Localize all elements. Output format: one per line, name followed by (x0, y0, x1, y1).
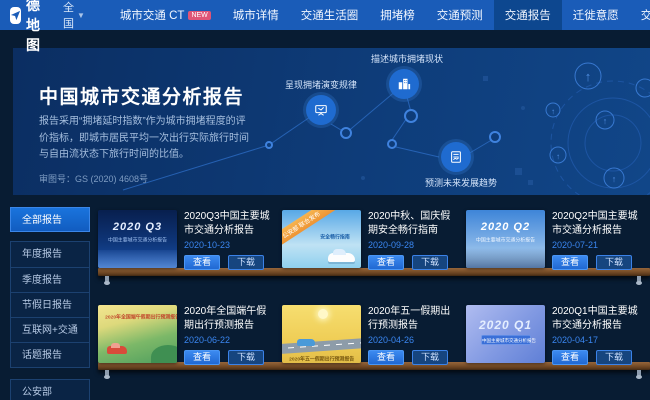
report-date: 2020-06-22 (184, 335, 276, 345)
nav-item-city-traffic-ct[interactable]: 城市交通 CT NEW (109, 0, 222, 30)
nav-item-city-detail[interactable]: 城市详情 (222, 0, 290, 30)
svg-text:↑: ↑ (585, 69, 592, 84)
top-navbar: 高德地图 全国 ▼ 城市交通 CT NEW 城市详情 交通生活圈 拥堵榜 交通预… (0, 0, 650, 30)
report-thumbnail[interactable]: 公安部 联合发布 安全畅行指南 (282, 210, 361, 268)
buildings-icon (389, 69, 419, 99)
shelf-hook-right (637, 370, 641, 377)
report-card-dragonboat: 2020年全国端午假期出行预测报告 2020年全国端午假期出行预测报告 2020… (98, 305, 282, 365)
region-label: 全国 (63, 0, 74, 31)
report-date: 2020-04-26 (368, 335, 460, 345)
nav-item-traffic-safety[interactable]: 交通安全 (630, 0, 650, 30)
banner-title: 中国城市交通分析报告 (39, 82, 244, 109)
svg-text:↑: ↑ (603, 116, 608, 126)
download-button[interactable]: 下载 (412, 350, 448, 365)
view-button[interactable]: 查看 (184, 255, 220, 270)
download-button[interactable]: 下载 (596, 255, 632, 270)
chevron-down-icon: ▼ (77, 11, 85, 20)
feature-label: 描述城市拥堵现状 (371, 52, 437, 65)
report-thumbnail[interactable]: 2020年全国端午假期出行预测报告 (98, 305, 177, 363)
nav-item-traffic-report[interactable]: 交通报告 (494, 0, 562, 30)
report-date: 2020-09-28 (368, 240, 460, 250)
traffic-report-page: 高德地图 全国 ▼ 城市交通 CT NEW 城市详情 交通生活圈 拥堵榜 交通预… (0, 0, 650, 400)
feature-future-trend: 预测未来发展趋势 (425, 142, 487, 189)
report-card-mayday: 2020年五一假期出行预测报告 2020年五一假期出行预测报告 2020-04-… (282, 305, 466, 365)
sidebar-item-holiday-reports[interactable]: 节假日报告 (11, 292, 89, 317)
sun-illustration (318, 309, 328, 319)
nav-item-congestion-rank[interactable]: 拥堵榜 (369, 0, 426, 30)
road-illustration (282, 338, 361, 355)
sidebar-item-ministry-public-security[interactable]: 公安部 (11, 380, 89, 400)
hero-banner: ↑ ↑ ↑ ↑ ↑ 中国城市交通分析报告 报告采用“拥堵延时指数”作为城市拥堵程… (13, 48, 650, 195)
svg-text:↑: ↑ (612, 174, 617, 184)
map-approval-number: 审图号：GS (2020) 4608号 (39, 172, 148, 185)
sidebar-item-all-reports[interactable]: 全部报告 (10, 207, 90, 232)
download-button[interactable]: 下载 (228, 255, 264, 270)
amap-logo[interactable]: 高德地图 (10, 0, 47, 55)
feature-congestion-status: 描述城市拥堵现状 (371, 52, 437, 103)
report-card-holiday-guide: 公安部 联合发布 安全畅行指南 2020中秋、国庆假期安全畅行指南 2020-0… (282, 210, 466, 270)
report-card-2020q3: 2020 Q3 中国主要城市交通分析报告 2020Q3中国主要城市交通分析报告 … (98, 210, 282, 270)
sidebar-item-topic-reports[interactable]: 话题报告 (11, 342, 89, 367)
sidebar-group-ministries: 公安部 交通运输部 (10, 379, 90, 400)
report-date: 2020-10-23 (184, 240, 276, 250)
view-button[interactable]: 查看 (368, 255, 404, 270)
region-selector[interactable]: 全国 ▼ (63, 0, 85, 31)
car-illustration (297, 339, 315, 346)
trend-report-icon (441, 142, 471, 172)
report-title[interactable]: 2020Q2中国主要城市交通分析报告 (552, 210, 644, 239)
feature-label: 预测未来发展趋势 (425, 176, 487, 189)
nav-item-migration-willingness[interactable]: 迁徙意愿 (562, 0, 630, 30)
view-button[interactable]: 查看 (368, 350, 404, 365)
download-button[interactable]: 下载 (228, 350, 264, 365)
report-row-1: 2020 Q3 中国主要城市交通分析报告 2020Q3中国主要城市交通分析报告 … (98, 210, 650, 270)
svg-text:↑: ↑ (556, 152, 560, 161)
report-title[interactable]: 2020中秋、国庆假期安全畅行指南 (368, 210, 460, 239)
shelf-hook-left (105, 276, 109, 283)
banner-description: 报告采用“拥堵延时指数”作为城市拥堵程度的评价指标，即城市居民平均一次出行实际旅… (39, 114, 255, 164)
report-thumbnail[interactable]: 2020 Q1 中国主要城市交通分析报告 (466, 305, 545, 363)
shelf-hook-left (105, 370, 109, 377)
report-title[interactable]: 2020Q3中国主要城市交通分析报告 (184, 210, 276, 239)
download-button[interactable]: 下载 (412, 255, 448, 270)
report-row-2: 2020年全国端午假期出行预测报告 2020年全国端午假期出行预测报告 2020… (98, 305, 650, 365)
new-badge: NEW (188, 11, 210, 20)
report-thumbnail[interactable]: 2020 Q2 中国主要城市交通分析报告 (466, 210, 545, 268)
sidebar-item-annual-reports[interactable]: 年度报告 (11, 242, 89, 267)
report-date: 2020-04-17 (552, 335, 644, 345)
report-thumbnail[interactable]: 2020 Q3 中国主要城市交通分析报告 (98, 210, 177, 268)
report-thumbnail[interactable]: 2020年五一假期出行预测报告 (282, 305, 361, 363)
nav-item-traffic-forecast[interactable]: 交通预测 (426, 0, 494, 30)
category-sidebar: 全部报告 年度报告 季度报告 节假日报告 互联网+交通 话题报告 公安部 交通运… (10, 207, 90, 400)
download-button[interactable]: 下载 (596, 350, 632, 365)
amap-logo-text: 高德地图 (26, 0, 47, 55)
feature-congestion-evolution: 呈现拥堵演变规律 (285, 78, 357, 129)
nav-menu: 城市交通 CT NEW 城市详情 交通生活圈 拥堵榜 交通预测 交通报告 迁徙意… (109, 0, 650, 30)
shelf-hook-right (637, 276, 641, 283)
report-title[interactable]: 2020年全国端午假期出行预测报告 (184, 305, 276, 334)
hill-illustration (151, 345, 177, 363)
report-date: 2020-07-21 (552, 240, 644, 250)
view-button[interactable]: 查看 (552, 255, 588, 270)
view-button[interactable]: 查看 (184, 350, 220, 365)
amap-logo-icon (10, 7, 21, 24)
ribbon-label: 公安部 联合发布 (282, 210, 341, 253)
sidebar-group-report-types: 年度报告 季度报告 节假日报告 互联网+交通 话题报告 (10, 241, 90, 368)
report-title[interactable]: 2020年五一假期出行预测报告 (368, 305, 460, 334)
presentation-icon (306, 95, 336, 125)
view-button[interactable]: 查看 (552, 350, 588, 365)
car-illustration (107, 346, 127, 354)
svg-text:↑: ↑ (551, 107, 555, 116)
report-card-2020q2: 2020 Q2 中国主要城市交通分析报告 2020Q2中国主要城市交通分析报告 … (466, 210, 650, 270)
feature-label: 呈现拥堵演变规律 (285, 78, 357, 91)
report-title[interactable]: 2020Q1中国主要城市交通分析报告 (552, 305, 644, 334)
sidebar-item-internet-traffic[interactable]: 互联网+交通 (11, 317, 89, 342)
report-card-2020q1: 2020 Q1 中国主要城市交通分析报告 2020Q1中国主要城市交通分析报告 … (466, 305, 650, 365)
car-illustration (328, 253, 355, 262)
sidebar-item-quarterly-reports[interactable]: 季度报告 (11, 267, 89, 292)
nav-item-traffic-life-circle[interactable]: 交通生活圈 (290, 0, 370, 30)
thumbnail-chip: 中国主要城市交通分析报告 (481, 335, 531, 345)
